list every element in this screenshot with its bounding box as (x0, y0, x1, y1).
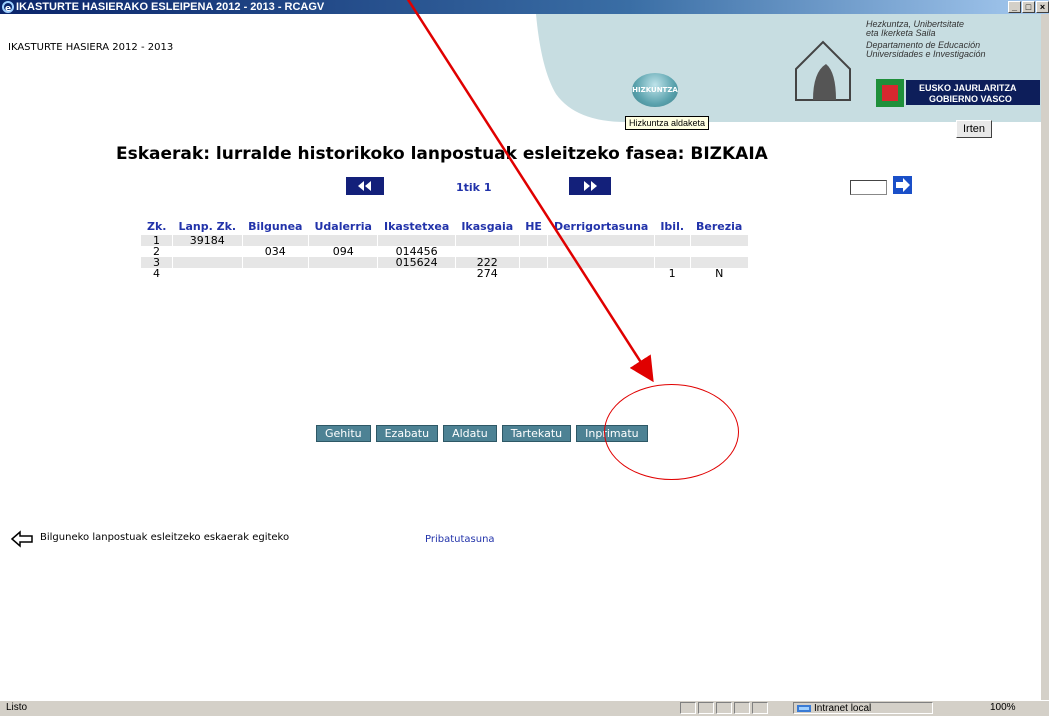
back-link[interactable]: Bilguneko lanpostuak esleitzeko eskaerak… (40, 532, 289, 543)
status-text: Listo (6, 702, 28, 713)
zoom-level[interactable]: 100% (990, 702, 1016, 714)
status-pane (752, 702, 768, 714)
back-arrow-icon[interactable] (10, 530, 34, 548)
status-pane (734, 702, 750, 714)
status-pane (680, 702, 696, 714)
zoom-tools[interactable] (945, 702, 985, 714)
vertical-scrollbar[interactable] (1041, 14, 1049, 702)
zone-label: Intranet local (814, 703, 872, 714)
security-zone: Intranet local (793, 702, 933, 714)
status-pane (716, 702, 732, 714)
privacy-link[interactable]: Pribatutasuna (425, 534, 495, 545)
status-bar: Listo Intranet local 100% (0, 700, 1049, 716)
status-pane (698, 702, 714, 714)
annotation-arrow (406, 0, 654, 383)
intranet-icon (797, 705, 811, 712)
